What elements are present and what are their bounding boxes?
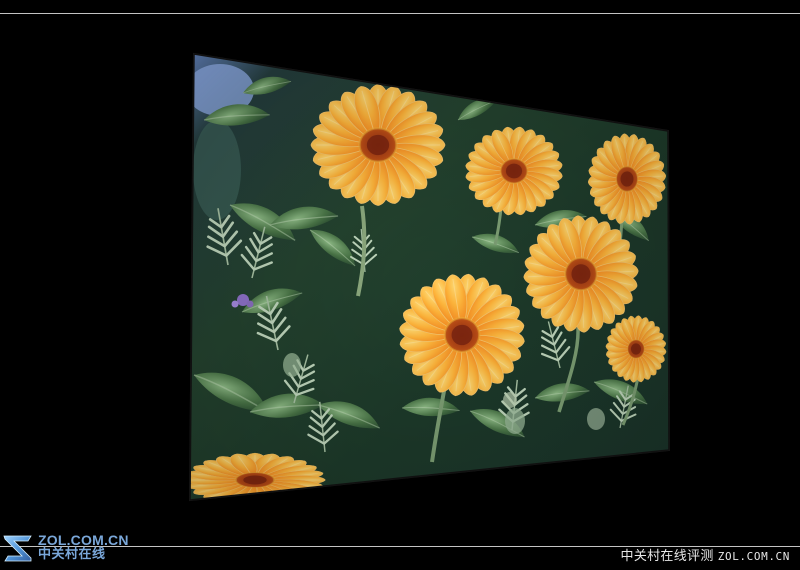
caption-brand: 中关村在线评测 [620, 549, 714, 564]
caption-domain: ZOL.COM.CN [717, 550, 790, 563]
bottom-caption: 中关村在线评测 ZOL.COM.CN [621, 549, 790, 565]
angled-display-photo [188, 52, 671, 502]
zol-watermark: ZOL.COM.CN 中关村在线 [2, 531, 140, 565]
zol-site-text: ZOL.COM.CN [38, 532, 129, 548]
zol-logo-icon [3, 535, 32, 562]
zol-brand-text: 中关村在线 [38, 547, 106, 562]
